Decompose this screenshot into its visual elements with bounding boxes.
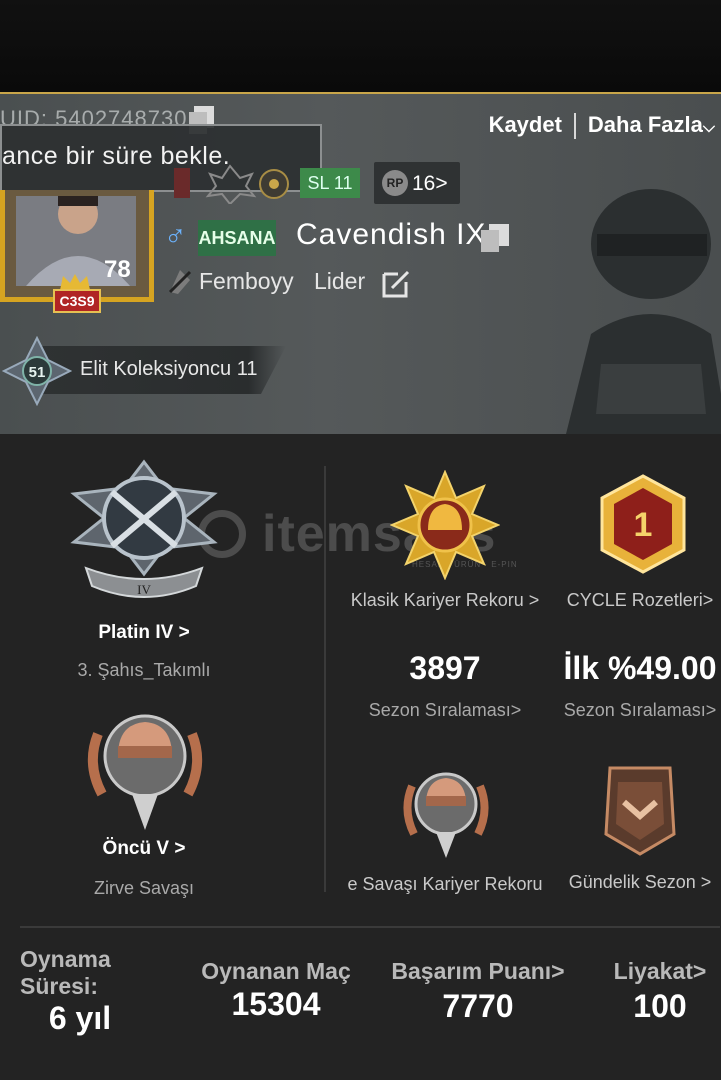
rp-icon: RP (382, 170, 408, 196)
play-time-value: 6 yıl (48, 1000, 112, 1036)
soldier-silhouette (565, 189, 721, 436)
rp-badge[interactable]: RP 16> (374, 162, 460, 204)
merit-link[interactable]: Liyakat> (600, 958, 720, 985)
vanguard-rank-icon[interactable] (80, 694, 210, 834)
title-tag: AHSANA (198, 220, 276, 256)
chevron-right-icon: > (174, 838, 186, 859)
avatar-level: 78 (104, 256, 131, 283)
platinum-rank-icon[interactable]: IV (64, 458, 224, 618)
platinum-rank-label[interactable]: Platin IV > (54, 622, 234, 644)
chevron-down-icon: ⌵ (702, 119, 715, 136)
cycle-badges-link[interactable]: CYCLE Rozetleri> (560, 590, 720, 611)
vanguard-rank-label[interactable]: Öncü V > (54, 838, 234, 860)
vanguard-rank-tier: Öncü V (102, 838, 170, 859)
matches-played-value: 15304 (231, 986, 321, 1022)
vanguard-rank-mode: Zirve Savaşı (93, 878, 195, 898)
daily-season-link[interactable]: Gündelik Sezon > (560, 872, 720, 893)
merit-value: 100 (633, 988, 687, 1024)
matches-played-label: Oynanan Maç (201, 958, 351, 984)
cycle-badge-icon[interactable]: 1 (598, 474, 688, 574)
rp-level: 16> (412, 172, 448, 195)
copy-name-icon[interactable] (478, 222, 512, 254)
season-level-badge[interactable]: SL 11 (300, 168, 360, 198)
top-band (0, 0, 721, 92)
svg-text:51: 51 (29, 364, 46, 381)
male-icon: ♂ (164, 220, 187, 253)
play-time-label-line1: Oynama (20, 946, 111, 972)
save-button[interactable]: Kaydet (489, 112, 562, 137)
achievement-points-value: 7770 (442, 988, 514, 1024)
elite-collector-label: Elit Koleksiyoncu 11 (80, 358, 258, 380)
star-badge-icon (205, 164, 257, 204)
elite-collector-icon: 51 (2, 336, 72, 406)
player-name: Cavendish IX (296, 218, 487, 251)
chevron-right-icon: > (178, 622, 190, 643)
clan-role: Lider (313, 268, 366, 294)
platinum-rank-tier: Platin IV (98, 622, 174, 643)
season-rank-link[interactable]: Sezon Sıralaması> (340, 700, 550, 721)
top-percent-link[interactable]: Sezon Sıralaması> (560, 700, 720, 721)
horizontal-divider (20, 926, 720, 928)
top-percent-value: İlk %49.00 (563, 650, 717, 686)
top-actions: Kaydet Daha Fazla⌵ (489, 112, 715, 140)
classic-career-record-link[interactable]: Klasik Kariyer Rekoru > (330, 590, 560, 611)
clan-icon (168, 270, 192, 294)
play-time-label-line2: Süresi: (20, 973, 98, 999)
svg-text:1: 1 (634, 506, 653, 544)
achievement-points-link[interactable]: Başarım Puanı> (388, 958, 568, 985)
season-rank-value: 3897 (409, 650, 481, 686)
edit-icon[interactable] (380, 268, 412, 300)
more-button[interactable]: Daha Fazla (588, 112, 703, 137)
daily-season-badge-icon[interactable] (600, 762, 680, 858)
avatar-tag: C3S9 (53, 289, 101, 313)
clan-name: Femboyy (199, 268, 294, 294)
crown-icon (60, 274, 90, 290)
badge-icons (174, 164, 289, 204)
classic-career-badge-icon[interactable] (390, 470, 500, 580)
peak-battle-badge-icon[interactable] (398, 758, 494, 858)
svg-text:IV: IV (137, 582, 151, 597)
play-time-label: Oynama Süresi: (20, 946, 130, 1000)
divider (573, 113, 576, 140)
peak-battle-career-link[interactable]: e Savaşı Kariyer Rekoru (330, 874, 560, 895)
flag-icon (174, 168, 190, 198)
platinum-rank-mode: 3. Şahıs_Takımlı (77, 660, 211, 680)
clan-info[interactable]: Femboyy Lider (199, 268, 365, 295)
